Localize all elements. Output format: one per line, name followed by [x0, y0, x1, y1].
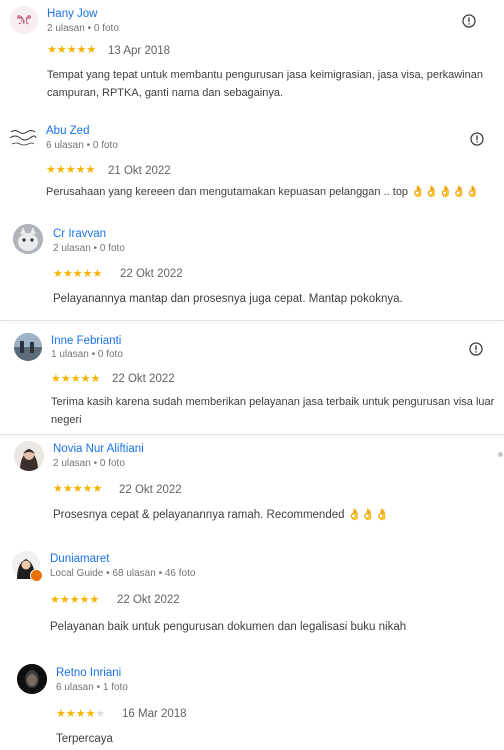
star-rating: ★★★★★ — [51, 373, 101, 385]
star-rating: ★★★★★ — [46, 164, 96, 176]
reviewer-avatar[interactable]: ℳ — [10, 6, 38, 34]
flag-report-icon[interactable] — [462, 14, 476, 28]
review-text: Perusahaan yang kereeen dan mengutamakan… — [46, 183, 496, 201]
star-rating: ★★★★★ — [47, 44, 97, 56]
reviewer-avatar[interactable] — [14, 333, 42, 361]
review-date: 22 Okt 2022 — [112, 373, 175, 385]
ok-hand-emoji: 👌👌👌👌👌 — [411, 186, 480, 198]
reviewer-name[interactable]: Abu Zed — [46, 125, 89, 137]
ok-hand-emoji: 👌👌👌 — [347, 509, 389, 521]
review-card: Duniamaret Local Guide • 68 ulasan • 46 … — [0, 546, 504, 656]
review-text: Pelayanannya mantap dan prosesnya juga c… — [53, 293, 403, 305]
reviewer-meta: 6 ulasan • 1 foto — [56, 682, 128, 693]
local-guide-badge-icon — [30, 569, 43, 582]
reviewer-meta: 2 ulasan • 0 foto — [53, 458, 125, 469]
review-date: 13 Apr 2018 — [108, 45, 171, 57]
more-indicator — [498, 452, 503, 457]
reviewer-avatar[interactable] — [13, 224, 43, 254]
reviewer-meta: Local Guide • 68 ulasan • 46 foto — [50, 568, 196, 579]
review-date: 16 Mar 2018 — [122, 708, 187, 720]
reviewer-meta: 6 ulasan • 0 foto — [46, 140, 118, 151]
review-date: 22 Okt 2022 — [117, 594, 180, 606]
flag-report-icon[interactable] — [470, 132, 484, 146]
star-rating: ★★★★★ — [53, 483, 103, 495]
review-text: Terpercaya — [56, 733, 113, 745]
review-text-body: Prosesnya cepat & pelayanannya ramah. Re… — [53, 509, 345, 521]
review-card: ℳ Hany Jow 2 ulasan • 0 foto ★★★★★ 13 Ap… — [0, 0, 504, 110]
reviewer-name[interactable]: Inne Febrianti — [51, 335, 121, 347]
review-text: Terima kasih karena sudah memberikan pel… — [51, 396, 495, 426]
review-card: Novia Nur Aliftiani 2 ulasan • 0 foto ★★… — [0, 436, 504, 546]
review-date: 22 Okt 2022 — [120, 268, 183, 280]
reviewer-name[interactable]: Retno Inriani — [56, 667, 121, 679]
reviewer-avatar[interactable] — [8, 122, 38, 152]
divider — [0, 320, 504, 321]
star-rating: ★★★★★ — [56, 708, 106, 720]
star-rating: ★★★★★ — [50, 594, 100, 606]
reviewer-meta: 2 ulasan • 0 foto — [47, 23, 119, 34]
divider — [0, 434, 504, 435]
review-card: Abu Zed 6 ulasan • 0 foto ★★★★★ 21 Okt 2… — [0, 110, 504, 210]
review-card: Cr Iravvan 2 ulasan • 0 foto ★★★★★ 22 Ok… — [0, 210, 504, 320]
review-text: Pelayanan baik untuk pengurusan dokumen … — [50, 621, 407, 633]
review-date: 22 Okt 2022 — [119, 484, 182, 496]
flag-report-icon[interactable] — [469, 342, 483, 356]
reviewer-avatar[interactable] — [12, 551, 43, 582]
reviewer-meta: 1 ulasan • 0 foto — [51, 349, 123, 360]
reviewer-name[interactable]: Novia Nur Aliftiani — [53, 443, 144, 455]
reviewer-name[interactable]: Cr Iravvan — [53, 228, 106, 240]
reviewer-name[interactable]: Hany Jow — [47, 8, 98, 20]
review-card: Retno Inriani 6 ulasan • 1 foto ★★★★★ 16… — [0, 656, 504, 750]
reviewer-name[interactable]: Duniamaret — [50, 553, 109, 565]
review-date: 21 Okt 2022 — [108, 165, 171, 177]
reviewer-avatar[interactable] — [14, 441, 44, 471]
review-card: Inne Febrianti 1 ulasan • 0 foto ★★★★★ 2… — [0, 322, 504, 434]
review-text: Prosesnya cepat & pelayanannya ramah. Re… — [53, 506, 493, 524]
review-text-body: Perusahaan yang kereeen dan mengutamakan… — [46, 186, 409, 198]
review-text: Tempat yang tepat untuk membantu penguru… — [47, 69, 483, 99]
star-rating: ★★★★★ — [53, 268, 103, 280]
reviewer-avatar[interactable] — [17, 664, 47, 694]
reviewer-meta: 2 ulasan • 0 foto — [53, 243, 125, 254]
